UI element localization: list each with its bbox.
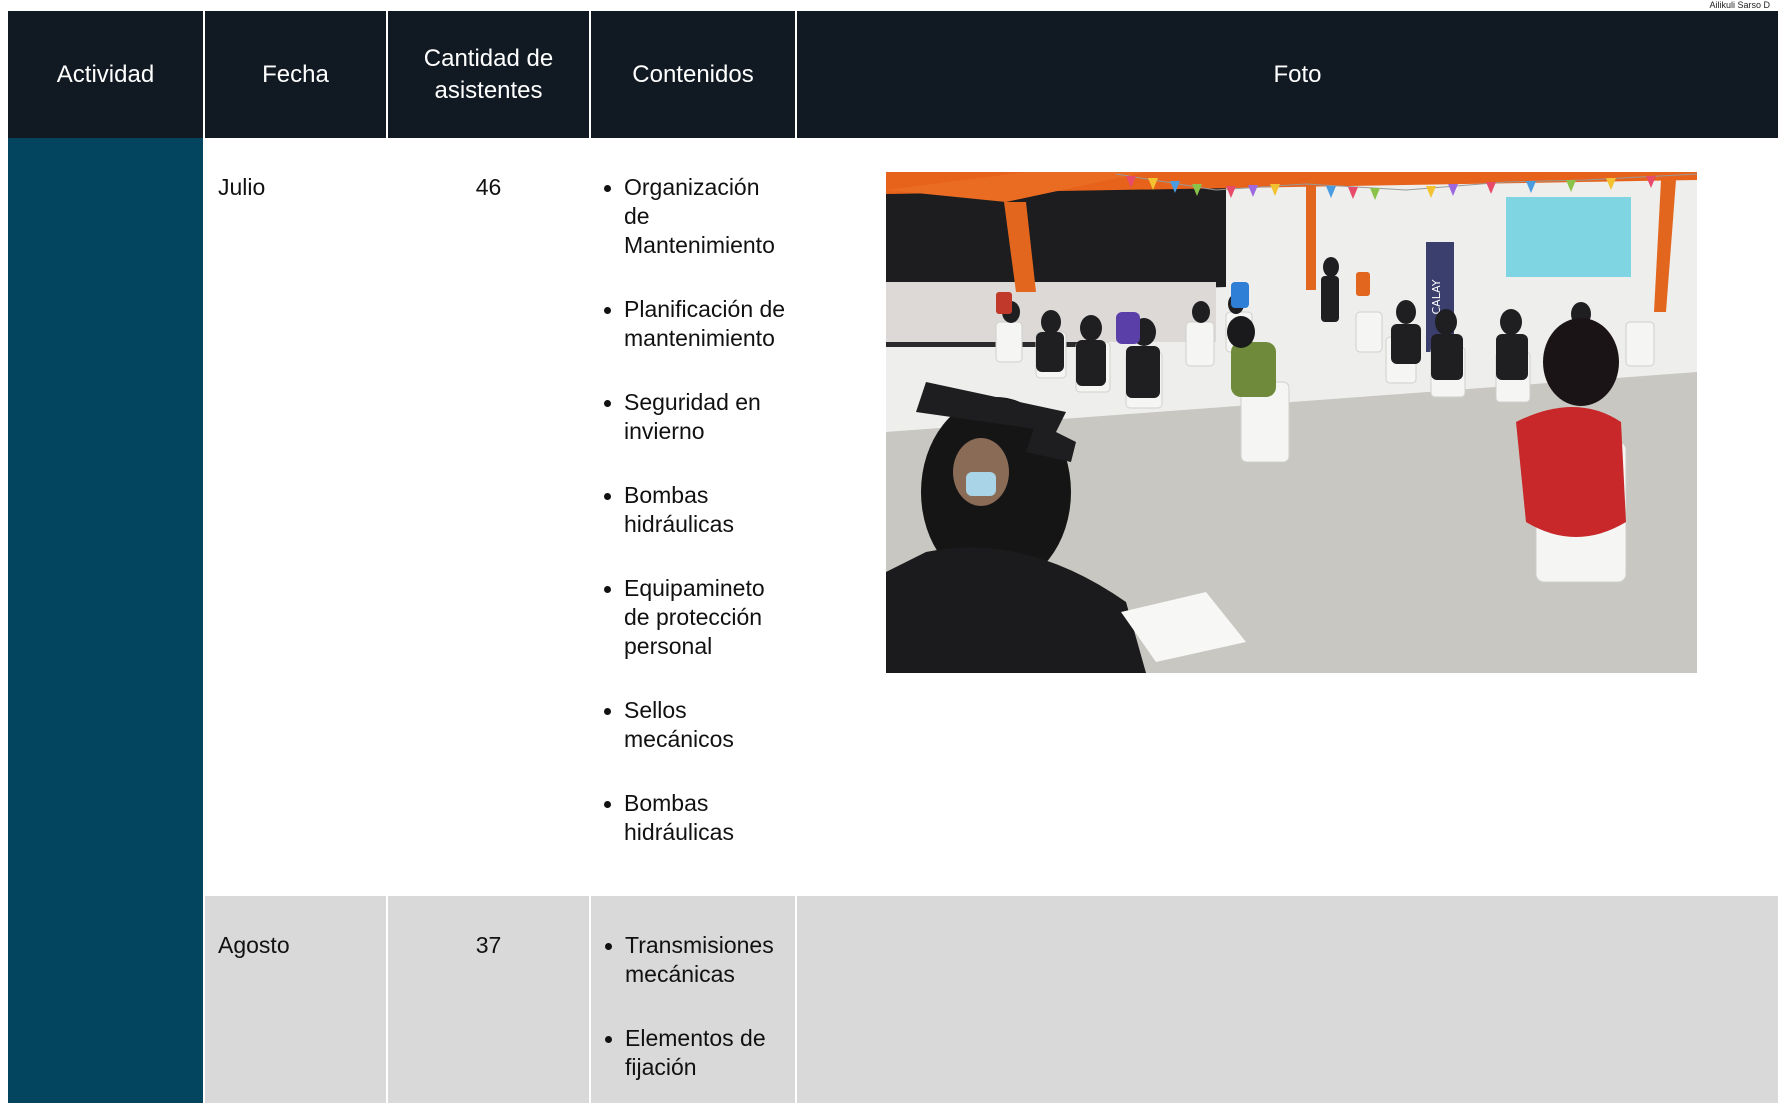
cantidad-cell: 37 [387,896,591,1103]
contenidos-cell: Transmisiones mecánicas Elementos de fij… [590,896,797,1103]
list-item: Transmisiones mecánicas [605,931,789,989]
workshop-photo-illustration: CALAY [886,172,1697,673]
table-header-row: Actividad Fecha Cantidad de asistentes C… [8,11,1778,138]
column-header-actividad: Actividad [8,11,205,138]
column-header-foto: Foto [796,11,1778,138]
column-header-cantidad: Cantidad de asistentes [387,11,591,138]
workshop-photo: CALAY [886,172,1697,673]
document-page: Ailikuli Sarso D Actividad Fecha Cantida… [0,0,1778,1103]
table-row: Agosto 37 Transmisiones mecánicas Elemen… [8,896,1778,1103]
list-item: Organización de Mantenimiento [604,173,790,260]
column-header-fecha: Fecha [204,11,388,138]
list-item: Sellos mecánicos [604,696,790,754]
contenidos-list: Transmisiones mecánicas Elementos de fij… [597,931,789,1082]
fecha-cell: Julio [204,138,387,896]
contenidos-cell: Organización de Mantenimiento Planificac… [590,138,796,896]
activities-table: Actividad Fecha Cantidad de asistentes C… [8,11,1778,1103]
contenidos-list: Organización de Mantenimiento Planificac… [596,173,790,847]
column-header-contenidos: Contenidos [590,11,797,138]
cantidad-cell: 46 [387,138,590,896]
foto-cell: CALAY [796,138,1778,896]
foto-cell [796,896,1778,1103]
list-item: Seguridad en invierno [604,388,790,446]
photo-banner-text: CALAY [1430,279,1443,314]
running-header-note: Ailikuli Sarso D [1709,0,1770,10]
list-item: Planificación de mantenimiento [604,295,790,353]
list-item: Bombas hidráulicas [604,481,790,539]
list-item: Bombas hidráulicas [604,789,790,847]
table-row: Julio 46 Organización de Mantenimiento P… [8,138,1778,1103]
list-item: Elementos de fijación [605,1024,789,1082]
actividad-cell [8,138,205,1103]
list-item: Equipamineto de protección personal [604,574,790,661]
fecha-cell: Agosto [204,896,388,1103]
